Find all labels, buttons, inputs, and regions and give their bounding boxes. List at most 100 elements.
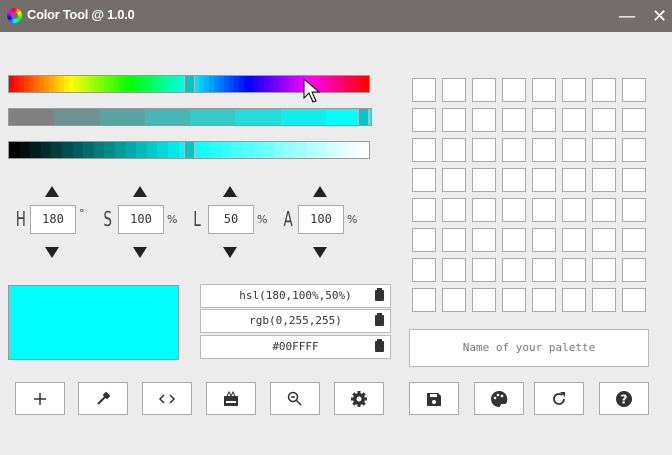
palette-swatch[interactable] — [412, 198, 436, 222]
palette-swatch[interactable] — [472, 108, 496, 132]
l-decrement-button[interactable] — [223, 247, 237, 258]
palette-swatch[interactable] — [622, 108, 646, 132]
palette-swatch[interactable] — [562, 198, 586, 222]
slider-thumb[interactable] — [358, 109, 370, 125]
palette-swatch[interactable] — [532, 288, 556, 312]
palette-swatch[interactable] — [622, 168, 646, 192]
palette-swatch[interactable] — [442, 168, 466, 192]
palette-swatch[interactable] — [502, 258, 526, 282]
palette-swatch[interactable] — [622, 198, 646, 222]
palette-swatch[interactable] — [532, 168, 556, 192]
palette-swatch[interactable] — [472, 258, 496, 282]
palette-swatch[interactable] — [412, 258, 436, 282]
palette-swatch[interactable] — [622, 228, 646, 252]
clipboard-icon[interactable] — [375, 339, 384, 352]
hex-code[interactable]: #00FFFF — [200, 335, 391, 359]
palette-swatch[interactable] — [442, 138, 466, 162]
palette-swatch[interactable] — [412, 168, 436, 192]
lightness-slider[interactable] — [8, 141, 370, 159]
palette-swatch[interactable] — [502, 78, 526, 102]
slider-thumb[interactable] — [183, 142, 195, 158]
palette-swatch[interactable] — [472, 288, 496, 312]
palette-swatch[interactable] — [562, 168, 586, 192]
palette-swatch[interactable] — [472, 228, 496, 252]
palette-name-input[interactable]: Name of your palette — [409, 329, 649, 367]
palette-swatch[interactable] — [592, 108, 616, 132]
palette-swatch[interactable] — [442, 228, 466, 252]
palette-swatch[interactable] — [472, 168, 496, 192]
h-input[interactable]: 180 — [30, 205, 76, 234]
add-button[interactable] — [15, 382, 65, 415]
palette-swatch[interactable] — [622, 288, 646, 312]
palette-swatch[interactable] — [472, 138, 496, 162]
gift-button[interactable] — [206, 382, 256, 415]
refresh-button[interactable] — [534, 382, 584, 415]
clipboard-icon[interactable] — [375, 288, 384, 301]
palette-button[interactable] — [474, 382, 524, 415]
palette-swatch[interactable] — [502, 198, 526, 222]
palette-swatch[interactable] — [622, 258, 646, 282]
palette-swatch[interactable] — [442, 288, 466, 312]
palette-swatch[interactable] — [592, 78, 616, 102]
palette-swatch[interactable] — [502, 108, 526, 132]
palette-swatch[interactable] — [532, 198, 556, 222]
palette-swatch[interactable] — [532, 138, 556, 162]
s-decrement-button[interactable] — [133, 247, 147, 258]
palette-swatch[interactable] — [472, 198, 496, 222]
palette-swatch[interactable] — [592, 258, 616, 282]
hsl-code[interactable]: hsl(180,100%,50%) — [200, 284, 391, 308]
a-decrement-button[interactable] — [313, 247, 327, 258]
palette-swatch[interactable] — [532, 228, 556, 252]
palette-swatch[interactable] — [592, 288, 616, 312]
palette-swatch[interactable] — [412, 78, 436, 102]
rgb-code[interactable]: rgb(0,255,255) — [200, 309, 391, 333]
h-increment-button[interactable] — [45, 186, 59, 197]
a-input[interactable]: 100 — [298, 205, 344, 234]
s-input[interactable]: 100 — [118, 205, 164, 234]
palette-swatch[interactable] — [592, 138, 616, 162]
close-button[interactable]: ✕ — [652, 6, 667, 27]
palette-swatch[interactable] — [622, 78, 646, 102]
palette-swatch[interactable] — [502, 138, 526, 162]
settings-button[interactable] — [334, 382, 384, 415]
h-decrement-button[interactable] — [45, 247, 59, 258]
palette-swatch[interactable] — [532, 108, 556, 132]
slider-thumb[interactable] — [183, 76, 195, 92]
palette-swatch[interactable] — [442, 198, 466, 222]
palette-swatch[interactable] — [532, 258, 556, 282]
zoom-out-button[interactable] — [270, 382, 320, 415]
minimize-button[interactable]: — — [618, 6, 636, 27]
palette-swatch[interactable] — [562, 108, 586, 132]
palette-swatch[interactable] — [472, 78, 496, 102]
palette-swatch[interactable] — [622, 138, 646, 162]
palette-swatch[interactable] — [502, 288, 526, 312]
palette-swatch[interactable] — [412, 108, 436, 132]
save-button[interactable] — [409, 382, 459, 415]
l-increment-button[interactable] — [223, 186, 237, 197]
s-increment-button[interactable] — [133, 186, 147, 197]
palette-swatch[interactable] — [592, 168, 616, 192]
saturation-slider[interactable] — [8, 108, 372, 126]
palette-swatch[interactable] — [412, 138, 436, 162]
palette-swatch[interactable] — [562, 228, 586, 252]
palette-swatch[interactable] — [592, 228, 616, 252]
clipboard-icon[interactable] — [375, 313, 384, 326]
help-button[interactable]: ? — [599, 382, 649, 415]
palette-swatch[interactable] — [592, 198, 616, 222]
palette-swatch[interactable] — [502, 228, 526, 252]
a-increment-button[interactable] — [313, 186, 327, 197]
palette-swatch[interactable] — [562, 138, 586, 162]
palette-swatch[interactable] — [442, 78, 466, 102]
palette-swatch[interactable] — [442, 258, 466, 282]
palette-swatch[interactable] — [442, 108, 466, 132]
code-button[interactable] — [142, 382, 192, 415]
palette-swatch[interactable] — [412, 228, 436, 252]
palette-swatch[interactable] — [562, 288, 586, 312]
palette-swatch[interactable] — [532, 78, 556, 102]
l-input[interactable]: 50 — [208, 205, 254, 234]
palette-swatch[interactable] — [502, 168, 526, 192]
eyedropper-button[interactable] — [78, 382, 128, 415]
palette-swatch[interactable] — [412, 288, 436, 312]
palette-swatch[interactable] — [562, 78, 586, 102]
palette-swatch[interactable] — [562, 258, 586, 282]
